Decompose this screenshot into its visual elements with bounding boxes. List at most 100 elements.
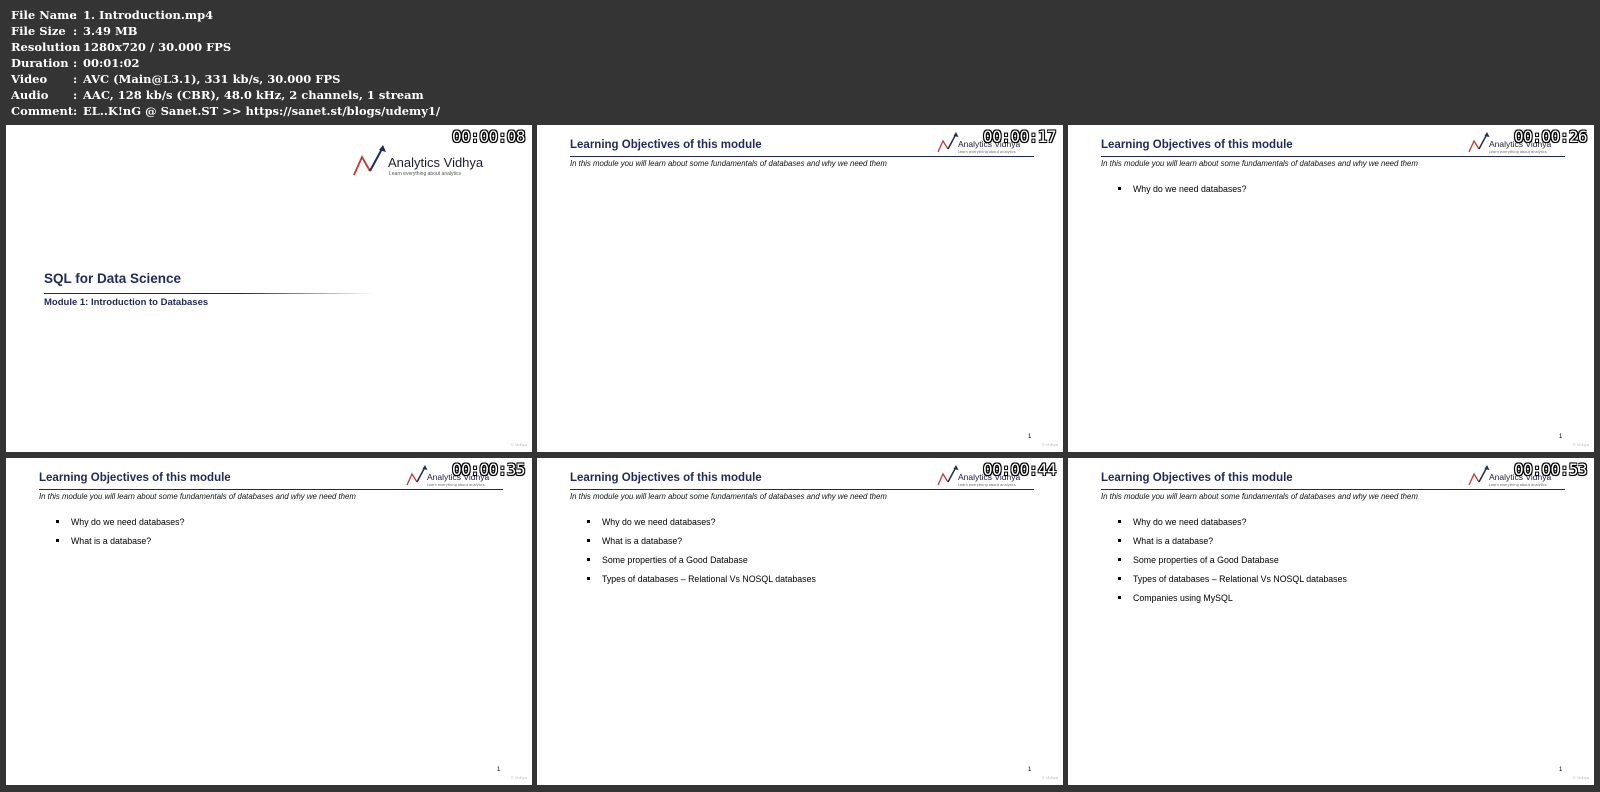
slide-subtitle: In this module you will learn about some… [39, 492, 356, 501]
meta-value: AAC, 128 kb/s (CBR), 48.0 kHz, 2 channel… [83, 88, 424, 102]
meta-value: 1. Introduction.mp4 [83, 8, 214, 22]
list-item: Some properties of a Good Database [587, 554, 816, 573]
list-item: Types of databases – Relational Vs NOSQL… [587, 573, 816, 592]
objectives-list: Why do we need databases? What is a datab… [587, 516, 816, 592]
title-divider [39, 489, 503, 490]
list-item-label: What is a database? [71, 536, 152, 546]
slide-subtitle: In this module you will learn about some… [1101, 159, 1418, 168]
slide-title: Learning Objectives of this module [570, 472, 762, 484]
logo-mark-icon [353, 145, 386, 176]
meta-value: EL..K!nG @ Sanet.ST >> https://sanet.st/… [83, 104, 441, 118]
title-divider [1101, 156, 1565, 157]
watermark: © Vidhya [510, 442, 527, 447]
meta-key: File Size [11, 24, 66, 38]
logo-mark-icon [1468, 465, 1490, 486]
list-item: Why do we need databases? [587, 516, 816, 535]
meta-key: Video [11, 72, 48, 86]
list-item-label: Why do we need databases? [1133, 184, 1247, 194]
watermark: © Vidhya [1041, 775, 1058, 780]
watermark: © Vidhya [1572, 775, 1589, 780]
bullet-icon [1118, 577, 1121, 580]
thumbnail-2[interactable]: 00:00:17 Learning Objectives of this modu… [537, 125, 1063, 452]
meta-key: Resolution [11, 40, 81, 54]
logo-tagline: Learn everything about analytics [1489, 150, 1547, 154]
thumbnail-1[interactable]: 00:00:08 Analytics Vidhya Learn everythi… [6, 125, 532, 452]
slide-title: Learning Objectives of this module [39, 472, 231, 484]
list-item: Why do we need databases? [1118, 183, 1246, 202]
slide-subtitle: In this module you will learn about some… [570, 492, 887, 501]
bullet-icon [56, 520, 59, 523]
list-item: Some properties of a Good Database [1118, 554, 1347, 573]
meta-value: 1280x720 / 30.000 FPS [83, 40, 232, 54]
title-divider [570, 489, 1034, 490]
timestamp: 00:00:35 [451, 460, 526, 479]
bullet-icon [1118, 596, 1121, 599]
logo-tagline: Learn everything about analytics [389, 171, 461, 177]
list-item-label: Companies using MySQL [1133, 593, 1233, 603]
meta-row: Duration:00:01:02 [11, 55, 440, 71]
timestamp: 00:00:26 [1513, 127, 1588, 146]
list-item-label: Why do we need databases? [71, 517, 185, 527]
list-item-label: What is a database? [602, 536, 683, 546]
page-number: 1 [1028, 767, 1032, 773]
analytics-vidhya-logo: Analytics Vidhya Learn everything about … [351, 143, 501, 183]
logo-name: Analytics Vidhya [388, 155, 484, 170]
page-number: 1 [1559, 767, 1563, 773]
list-item: Companies using MySQL [1118, 592, 1347, 611]
thumbnail-3[interactable]: 00:00:26 Learning Objectives of this modu… [1068, 125, 1594, 452]
list-item-label: Some properties of a Good Database [602, 555, 748, 565]
list-item-label: Some properties of a Good Database [1133, 555, 1279, 565]
page-number: 1 [497, 767, 501, 773]
objectives-list: Why do we need databases? What is a datab… [1118, 516, 1347, 611]
watermark: © Vidhya [1572, 442, 1589, 447]
meta-separator: : [73, 88, 78, 102]
timestamp: 00:00:44 [982, 460, 1057, 479]
meta-separator: : [73, 24, 78, 38]
bullet-icon [1118, 520, 1121, 523]
list-item: What is a database? [56, 535, 184, 554]
title-divider [570, 156, 1034, 157]
file-info-panel: File Name:1. Introduction.mp4 File Size:3… [11, 7, 440, 119]
slide-subtitle: In this module you will learn about some… [570, 159, 887, 168]
watermark: © Vidhya [1041, 442, 1058, 447]
list-item-label: What is a database? [1133, 536, 1214, 546]
thumbnail-4[interactable]: 00:00:35 Learning Objectives of this modu… [6, 458, 532, 785]
meta-key: Comment [11, 104, 74, 118]
timestamp: 00:00:53 [1513, 460, 1588, 479]
logo-tagline: Learn everything about analytics [958, 150, 1016, 154]
meta-row: Video: AVC (Main@L3.1), 331 kb/s, 30.000 … [11, 71, 440, 87]
meta-row: File Size:3.49 MB [11, 23, 440, 39]
slide-title: Learning Objectives of this module [1101, 472, 1293, 484]
timestamp: 00:00:08 [451, 127, 526, 146]
meta-separator: : [73, 56, 78, 70]
logo-mark-icon [937, 465, 959, 486]
slide-subtitle: Module 1: Introduction to Databases [44, 297, 209, 308]
meta-separator: : [73, 104, 78, 118]
bullet-icon [56, 539, 59, 542]
logo-mark-icon [937, 132, 959, 153]
bullet-icon [587, 558, 590, 561]
logo-tagline: Learn everything about analytics [427, 483, 485, 487]
logo-tagline: Learn everything about analytics [1489, 483, 1547, 487]
slide-title: Learning Objectives of this module [570, 139, 762, 151]
thumbnail-5[interactable]: 00:00:44 Learning Objectives of this modu… [537, 458, 1063, 785]
bullet-icon [1118, 539, 1121, 542]
watermark: © Vidhya [510, 775, 527, 780]
meta-value: 00:01:02 [83, 56, 140, 70]
title-divider [44, 293, 374, 294]
list-item: Why do we need databases? [56, 516, 184, 535]
objectives-list: Why do we need databases? [1118, 183, 1246, 202]
list-item: What is a database? [1118, 535, 1347, 554]
bullet-icon [587, 520, 590, 523]
list-item: Types of databases – Relational Vs NOSQL… [1118, 573, 1347, 592]
thumbnail-6[interactable]: 00:00:53 Learning Objectives of this modu… [1068, 458, 1594, 785]
list-item: What is a database? [587, 535, 816, 554]
meta-value: AVC (Main@L3.1), 331 kb/s, 30.000 FPS [83, 72, 341, 86]
list-item-label: Types of databases – Relational Vs NOSQL… [602, 574, 816, 584]
title-divider [1101, 489, 1565, 490]
meta-key: File Name [11, 8, 77, 22]
meta-key: Audio [11, 88, 49, 102]
bullet-icon [1118, 558, 1121, 561]
objectives-list: Why do we need databases? What is a datab… [56, 516, 184, 554]
meta-separator: : [73, 8, 78, 22]
